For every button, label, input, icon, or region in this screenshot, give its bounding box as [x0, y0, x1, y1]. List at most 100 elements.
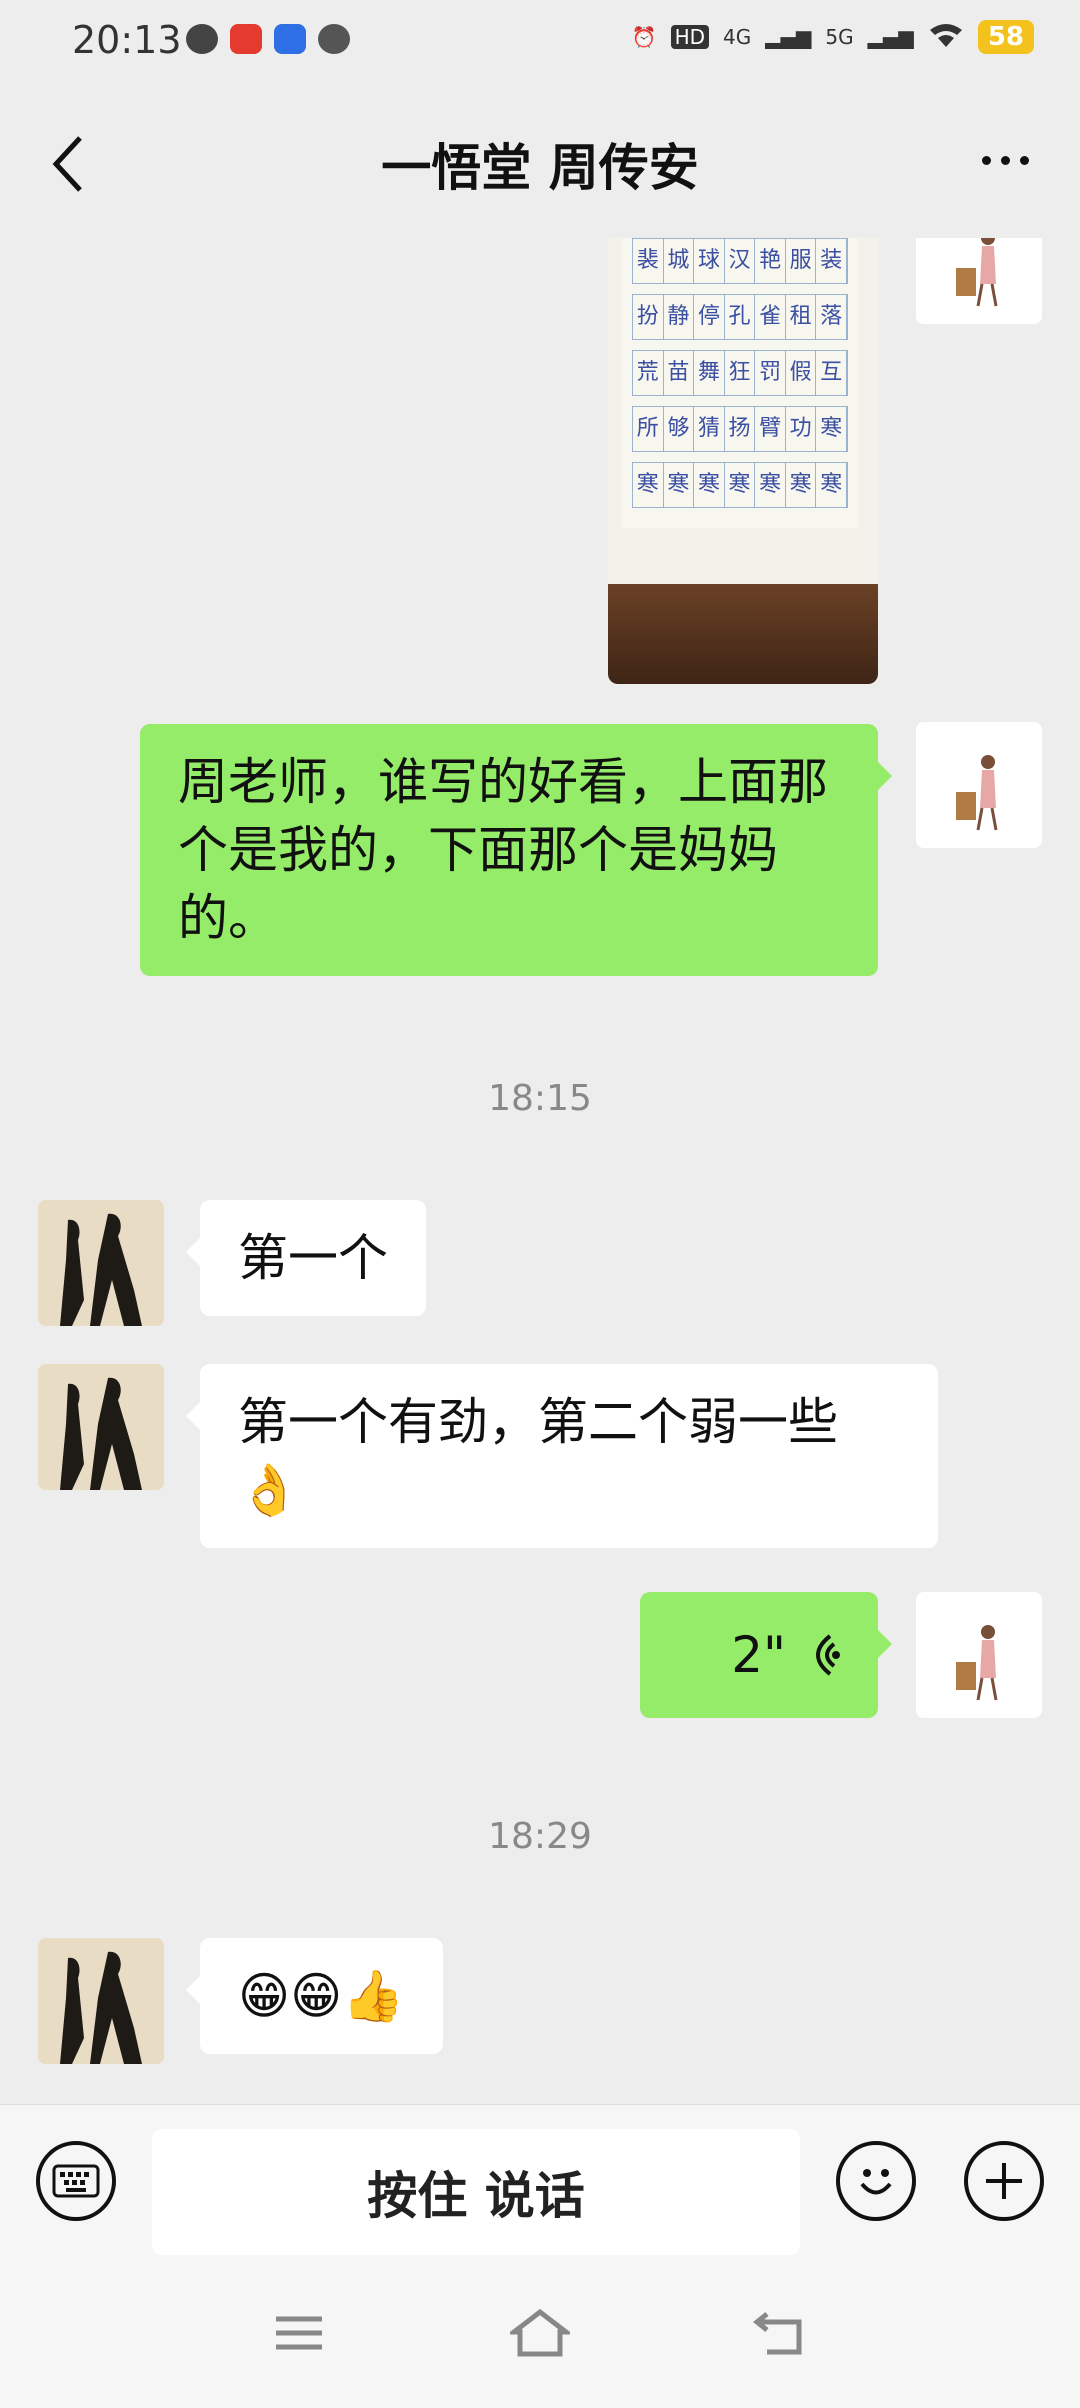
handwritten-char: 裴 [633, 239, 664, 283]
handwritten-char: 寒 [694, 463, 725, 507]
voice-wave-icon [816, 1634, 840, 1676]
status-time: 20:13 [72, 18, 182, 62]
handwritten-char: 假 [786, 351, 817, 395]
contact-avatar[interactable] [38, 1200, 164, 1326]
handwritten-char: 所 [633, 407, 664, 451]
more-dots-icon [981, 155, 991, 165]
system-navigation-bar [0, 2258, 1080, 2408]
handwritten-char: 够 [664, 407, 695, 451]
wifi-icon [928, 21, 964, 54]
keyboard-icon [52, 2164, 100, 2198]
handwritten-char: 罚 [755, 351, 786, 395]
contact-message-bubble[interactable]: 第一个 [186, 1200, 426, 1316]
handwritten-char: 狂 [725, 351, 756, 395]
app-notification-icon [274, 24, 306, 54]
news-notification-icon [230, 24, 262, 54]
paper-sheet: 裴城球汉艳服装扮静停孔雀租落荒苗舞狂罚假互所够猜扬臂功寒寒寒寒寒寒寒寒 [622, 238, 858, 528]
handwriting-photo[interactable]: 裴城球汉艳服装扮静停孔雀租落荒苗舞狂罚假互所够猜扬臂功寒寒寒寒寒寒寒寒 [608, 238, 878, 684]
network-4g-label: 4G [723, 25, 752, 49]
handwritten-char: 寒 [786, 463, 817, 507]
chat-title: 一悟堂 周传安 [381, 139, 699, 197]
network-5g-label: 5G [825, 25, 854, 49]
handwritten-char: 艳 [755, 239, 786, 283]
handwritten-char: 城 [664, 239, 695, 283]
my-avatar[interactable] [916, 238, 1042, 324]
contact-message-bubble[interactable]: 第一个有劲，第二个弱一些👌 [186, 1364, 938, 1548]
chat-header: 一悟堂 周传安 [0, 88, 1080, 238]
handwritten-char: 静 [664, 295, 695, 339]
sync-notification-icon [318, 24, 350, 54]
shadow-couple-photo-icon [38, 1200, 164, 1326]
hd-label: HD [670, 25, 710, 49]
signal-icon-1: ▂▄▆ [765, 25, 812, 49]
my-message-bubble[interactable]: 周老师，谁写的好看，上面那个是我的，下面那个是妈妈的。 [140, 724, 892, 976]
my-avatar[interactable] [916, 1592, 1042, 1718]
handwritten-char: 互 [816, 351, 848, 395]
handwritten-char: 装 [816, 239, 848, 283]
handwritten-char: 舞 [694, 351, 725, 395]
handwritten-char: 苗 [664, 351, 695, 395]
traveler-illustration-icon [916, 1592, 1042, 1718]
back-nav-icon [753, 2312, 802, 2355]
home-icon [510, 2308, 570, 2357]
contact-avatar[interactable] [38, 1364, 164, 1490]
message-text: 第一个 [238, 1229, 388, 1287]
handwritten-char: 功 [786, 407, 817, 451]
voice-duration: 2" [731, 1626, 786, 1684]
home-button[interactable] [505, 2298, 575, 2368]
notification-icons [186, 24, 350, 54]
handwritten-char: 球 [694, 239, 725, 283]
my-avatar[interactable] [916, 722, 1042, 848]
menu-button[interactable] [264, 2298, 334, 2368]
handwritten-char: 寒 [816, 407, 848, 451]
handwritten-char: 停 [694, 295, 725, 339]
handwriting-row: 裴城球汉艳服装 [632, 238, 848, 284]
voice-message-bubble[interactable]: 2" [640, 1592, 892, 1718]
back-nav-button[interactable] [746, 2298, 816, 2368]
contact-avatar[interactable] [38, 1938, 164, 2064]
emoji-icon [860, 2169, 892, 2195]
system-status-icons: ⏰ HD 4G ▂▄▆ 5G ▂▄▆ 58 [632, 20, 1034, 54]
contact-message-bubble[interactable]: 😁😁👍 [186, 1938, 443, 2054]
handwritten-char: 租 [786, 295, 817, 339]
handwritten-char: 荒 [633, 351, 664, 395]
handwritten-char: 扬 [725, 407, 756, 451]
handwriting-row: 荒苗舞狂罚假互 [632, 350, 848, 396]
traveler-illustration-icon [916, 238, 1042, 324]
handwritten-char: 扮 [633, 295, 664, 339]
battery-level: 58 [977, 20, 1034, 54]
timestamp: 18:15 [488, 1078, 592, 1119]
more-dot [1000, 155, 1010, 165]
traveler-illustration-icon [916, 722, 1042, 848]
handwritten-char: 寒 [755, 463, 786, 507]
handwritten-char: 雀 [755, 295, 786, 339]
signal-icon-2: ▂▄▆ [867, 25, 914, 49]
plus-icon [986, 2163, 1022, 2199]
handwriting-row: 扮静停孔雀租落 [632, 294, 848, 340]
handwritten-char: 寒 [725, 463, 756, 507]
timestamp: 18:29 [488, 1816, 592, 1857]
wooden-table [608, 584, 878, 684]
hold-to-talk-button[interactable]: 按住 说话 [152, 2129, 800, 2255]
keyboard-toggle-button[interactable] [36, 2141, 116, 2221]
chat-area[interactable]: 裴城球汉艳服装扮静停孔雀租落荒苗舞狂罚假互所够猜扬臂功寒寒寒寒寒寒寒寒 周老师，… [0, 238, 1080, 2104]
handwritten-char: 臂 [755, 407, 786, 451]
emoji-button[interactable] [836, 2141, 916, 2221]
message-text: 😁😁👍 [238, 1967, 405, 2025]
more-functions-button[interactable] [964, 2141, 1044, 2221]
handwriting-row: 寒寒寒寒寒寒寒 [632, 462, 848, 508]
handwriting-row: 所够猜扬臂功寒 [632, 406, 848, 452]
alarm-icon: ⏰ [631, 25, 657, 49]
more-dot [1019, 155, 1029, 165]
chat-notification-icon [186, 24, 218, 54]
shadow-couple-photo-icon [38, 1364, 164, 1490]
handwritten-char: 猜 [694, 407, 725, 451]
handwritten-char: 寒 [633, 463, 664, 507]
more-button[interactable] [970, 140, 1040, 180]
handwritten-char: 寒 [816, 463, 848, 507]
status-bar: 20:13 ⏰ HD 4G ▂▄▆ 5G ▂▄▆ 58 [0, 0, 1080, 88]
menu-icon [276, 2316, 322, 2350]
message-text: 周老师，谁写的好看，上面那个是我的，下面那个是妈妈的。 [178, 753, 828, 947]
handwritten-char: 汉 [725, 239, 756, 283]
input-bar: 按住 说话 [0, 2104, 1080, 2259]
